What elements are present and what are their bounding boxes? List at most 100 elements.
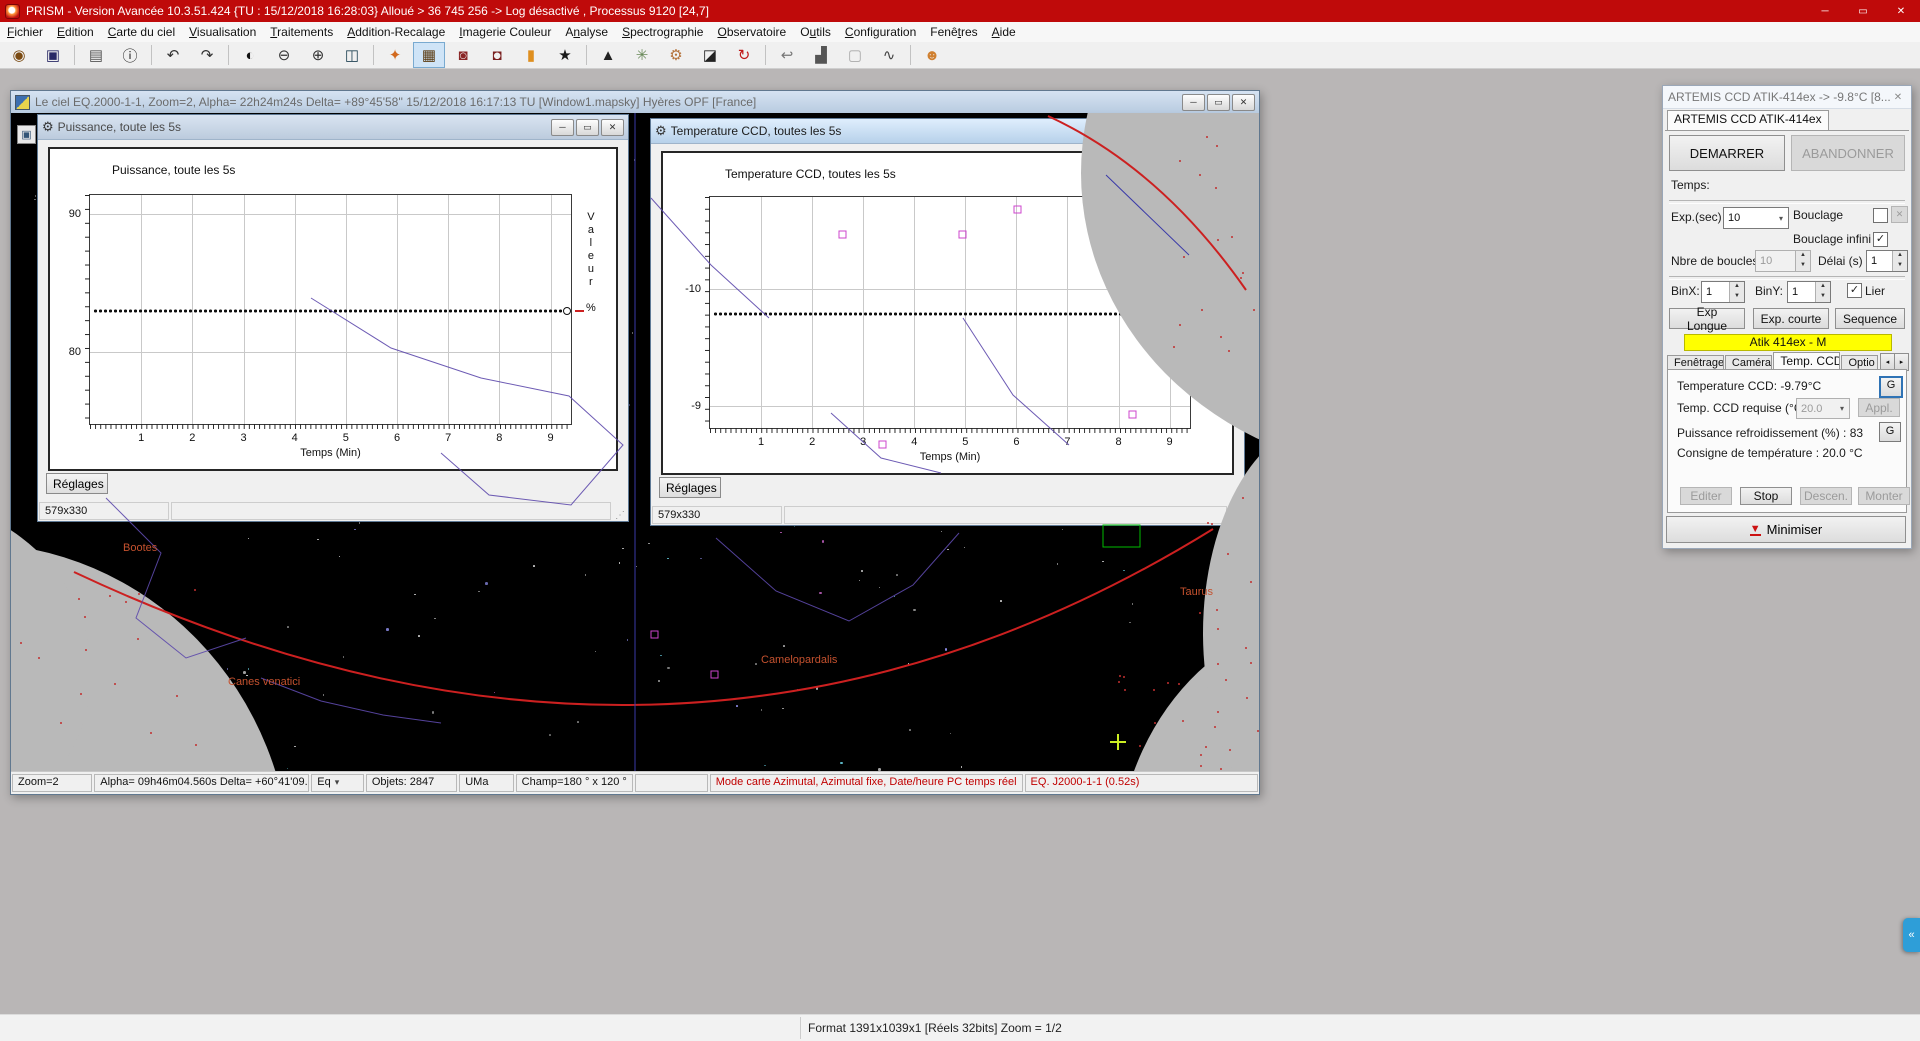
spinner-down-icon[interactable]: ▼ — [1730, 292, 1744, 302]
camera-close-button[interactable]: ✕ — [1890, 90, 1906, 104]
user-profile-icon[interactable]: ☻ — [916, 42, 948, 68]
tools-icon[interactable]: ⚙ — [660, 42, 692, 68]
menu-analyse[interactable]: Analyse — [558, 23, 615, 41]
graph-icon[interactable]: ∿ — [873, 42, 905, 68]
print-setup-icon[interactable]: ▤ — [80, 42, 112, 68]
curve-arrow-icon[interactable]: ↩ — [771, 42, 803, 68]
star-dot-red — [1200, 754, 1202, 756]
exp-courte-button[interactable]: Exp. courte — [1753, 308, 1829, 329]
save-icon[interactable]: ▣ — [37, 42, 69, 68]
video-camera-icon[interactable]: ◘ — [481, 42, 513, 68]
undo-icon[interactable]: ↶ — [157, 42, 189, 68]
sequence-button[interactable]: Sequence — [1835, 308, 1905, 329]
open-image-icon[interactable]: ◉ — [3, 42, 35, 68]
menu-edition[interactable]: Edition — [50, 23, 101, 41]
temp-requise-combo[interactable]: 20.0 ▾ — [1796, 398, 1850, 419]
spinner-up-icon[interactable]: ▲ — [1796, 251, 1810, 261]
star-dot-red — [1211, 523, 1213, 525]
nbre-boucles-spinner[interactable]: 10 ▲▼ — [1755, 250, 1811, 272]
graph-temperature-button[interactable]: G — [1879, 376, 1903, 398]
sync-icon[interactable]: ↻ — [728, 42, 760, 68]
camera-titlebar[interactable]: ARTEMIS CCD ATIK-414ex -> -9.8°C [8... ✕ — [1663, 86, 1911, 109]
demarrer-button[interactable]: DEMARRER — [1669, 135, 1785, 171]
menu-fen-tres[interactable]: Fenêtres — [923, 23, 984, 41]
app-status-bar: Format 1391x1039x1 [Réels 32bits] Zoom =… — [0, 1014, 1920, 1041]
graph-puissance-button[interactable]: G — [1879, 422, 1901, 442]
filter-wheel-icon[interactable]: ▮ — [515, 42, 547, 68]
biny-spinner[interactable]: 1 ▲▼ — [1787, 281, 1831, 303]
pan-hand-icon[interactable]: ✦ — [379, 42, 411, 68]
star-dot-red — [1199, 174, 1201, 176]
info-icon[interactable]: ⓘ — [114, 42, 146, 68]
star-cluster-icon[interactable]: ✳ — [626, 42, 658, 68]
menu-outils[interactable]: Outils — [793, 23, 838, 41]
minimize-button[interactable]: ─ — [1806, 0, 1844, 22]
sky-status-cell-2[interactable]: Eq▾ — [311, 774, 364, 792]
maximize-button[interactable]: ▭ — [1844, 0, 1882, 22]
tab-artemis-ccd[interactable]: ARTEMIS CCD ATIK-414ex — [1667, 110, 1829, 131]
remote-access-handle-icon[interactable]: « — [1903, 918, 1920, 952]
star-dot-red — [1217, 239, 1219, 241]
menu-bar: FichierEditionCarte du cielVisualisation… — [0, 22, 1920, 43]
sky-restore-button[interactable]: ▭ — [1207, 94, 1230, 111]
sky-window-titlebar[interactable]: Le ciel EQ.2000-1-1, Zoom=2, Alpha= 22h2… — [11, 91, 1259, 113]
zoom-in-icon[interactable]: ⊕ — [302, 42, 334, 68]
lier-checkbox[interactable]: ✓ — [1847, 283, 1862, 298]
spinner-up-icon[interactable]: ▲ — [1816, 282, 1830, 292]
chevron-down-icon: ▾ — [1835, 404, 1849, 413]
loop-stop-button[interactable]: ✕ — [1891, 206, 1908, 223]
menu-fichier[interactable]: Fichier — [0, 23, 50, 41]
histogram-icon[interactable]: ▟ — [805, 42, 837, 68]
telescope-icon[interactable]: ▲ — [592, 42, 624, 68]
format-status-text: Format 1391x1039x1 [Réels 32bits] Zoom =… — [808, 1021, 1062, 1035]
zoom-out-icon[interactable]: ⊖ — [268, 42, 300, 68]
display-image-icon[interactable]: ◫ — [336, 42, 368, 68]
monter-button[interactable]: Monter — [1858, 487, 1910, 505]
bouclage-infini-checkbox[interactable]: ✓ — [1873, 232, 1888, 247]
menu-spectrographie[interactable]: Spectrographie — [615, 23, 710, 41]
delai-spinner[interactable]: 1 ▲▼ — [1866, 250, 1908, 272]
star-dot-red — [60, 722, 62, 724]
binx-spinner[interactable]: 1 ▲▼ — [1701, 281, 1745, 303]
sky-map[interactable]: ▣ BootesCanes venaticiCamelopardalisTaur… — [11, 113, 1259, 772]
minimiser-button[interactable]: ▼ Minimiser — [1666, 516, 1906, 543]
sky-close-button[interactable]: ✕ — [1232, 94, 1255, 111]
tab-divider — [1665, 130, 1909, 131]
exp-combo[interactable]: 10 ▾ — [1723, 207, 1789, 229]
editer-button[interactable]: Editer — [1680, 487, 1732, 505]
appl-button[interactable]: Appl. — [1858, 398, 1900, 417]
comet-icon[interactable]: ★ — [549, 42, 581, 68]
spinner-down-icon[interactable]: ▼ — [1816, 292, 1830, 302]
spinner-up-icon[interactable]: ▲ — [1730, 282, 1744, 292]
exp-longue-button[interactable]: Exp Longue — [1669, 308, 1745, 329]
descen-button[interactable]: Descen. — [1800, 487, 1852, 505]
ccd-camera-icon[interactable]: ▦ — [413, 42, 445, 68]
blank-icon[interactable]: ▢ — [839, 42, 871, 68]
toolbar-separator — [910, 45, 911, 65]
star-dot-red — [1173, 346, 1175, 348]
star-dot-red — [20, 642, 22, 644]
sky-chart-icon[interactable]: ◪ — [694, 42, 726, 68]
sky-status-bar: Zoom=2Alpha= 09h46m04.560s Delta= +60°41… — [11, 771, 1259, 794]
menu-imagerie-couleur[interactable]: Imagerie Couleur — [452, 23, 558, 41]
menu-visualisation[interactable]: Visualisation — [182, 23, 263, 41]
contrast-icon[interactable]: ◐ — [234, 42, 266, 68]
menu-aide[interactable]: Aide — [985, 23, 1023, 41]
menu-carte-du-ciel[interactable]: Carte du ciel — [101, 23, 182, 41]
close-button[interactable]: ✕ — [1882, 0, 1920, 22]
redo-icon[interactable]: ↷ — [191, 42, 223, 68]
bouclage-checkbox[interactable] — [1873, 208, 1888, 223]
abandonner-button[interactable]: ABANDONNER — [1791, 135, 1905, 171]
menu-addition-recalage[interactable]: Addition-Recalage — [340, 23, 452, 41]
spinner-down-icon[interactable]: ▼ — [1893, 261, 1907, 271]
map-toolbar-button[interactable]: ▣ — [17, 125, 36, 144]
spinner-down-icon[interactable]: ▼ — [1796, 261, 1810, 271]
stop-button[interactable]: Stop — [1740, 487, 1792, 505]
menu-observatoire[interactable]: Observatoire — [710, 23, 793, 41]
camera-red-icon[interactable]: ◙ — [447, 42, 479, 68]
status-divider — [800, 1017, 801, 1039]
sky-minimize-button[interactable]: ─ — [1182, 94, 1205, 111]
menu-traitements[interactable]: Traitements — [263, 23, 340, 41]
spinner-up-icon[interactable]: ▲ — [1893, 251, 1907, 261]
menu-configuration[interactable]: Configuration — [838, 23, 923, 41]
